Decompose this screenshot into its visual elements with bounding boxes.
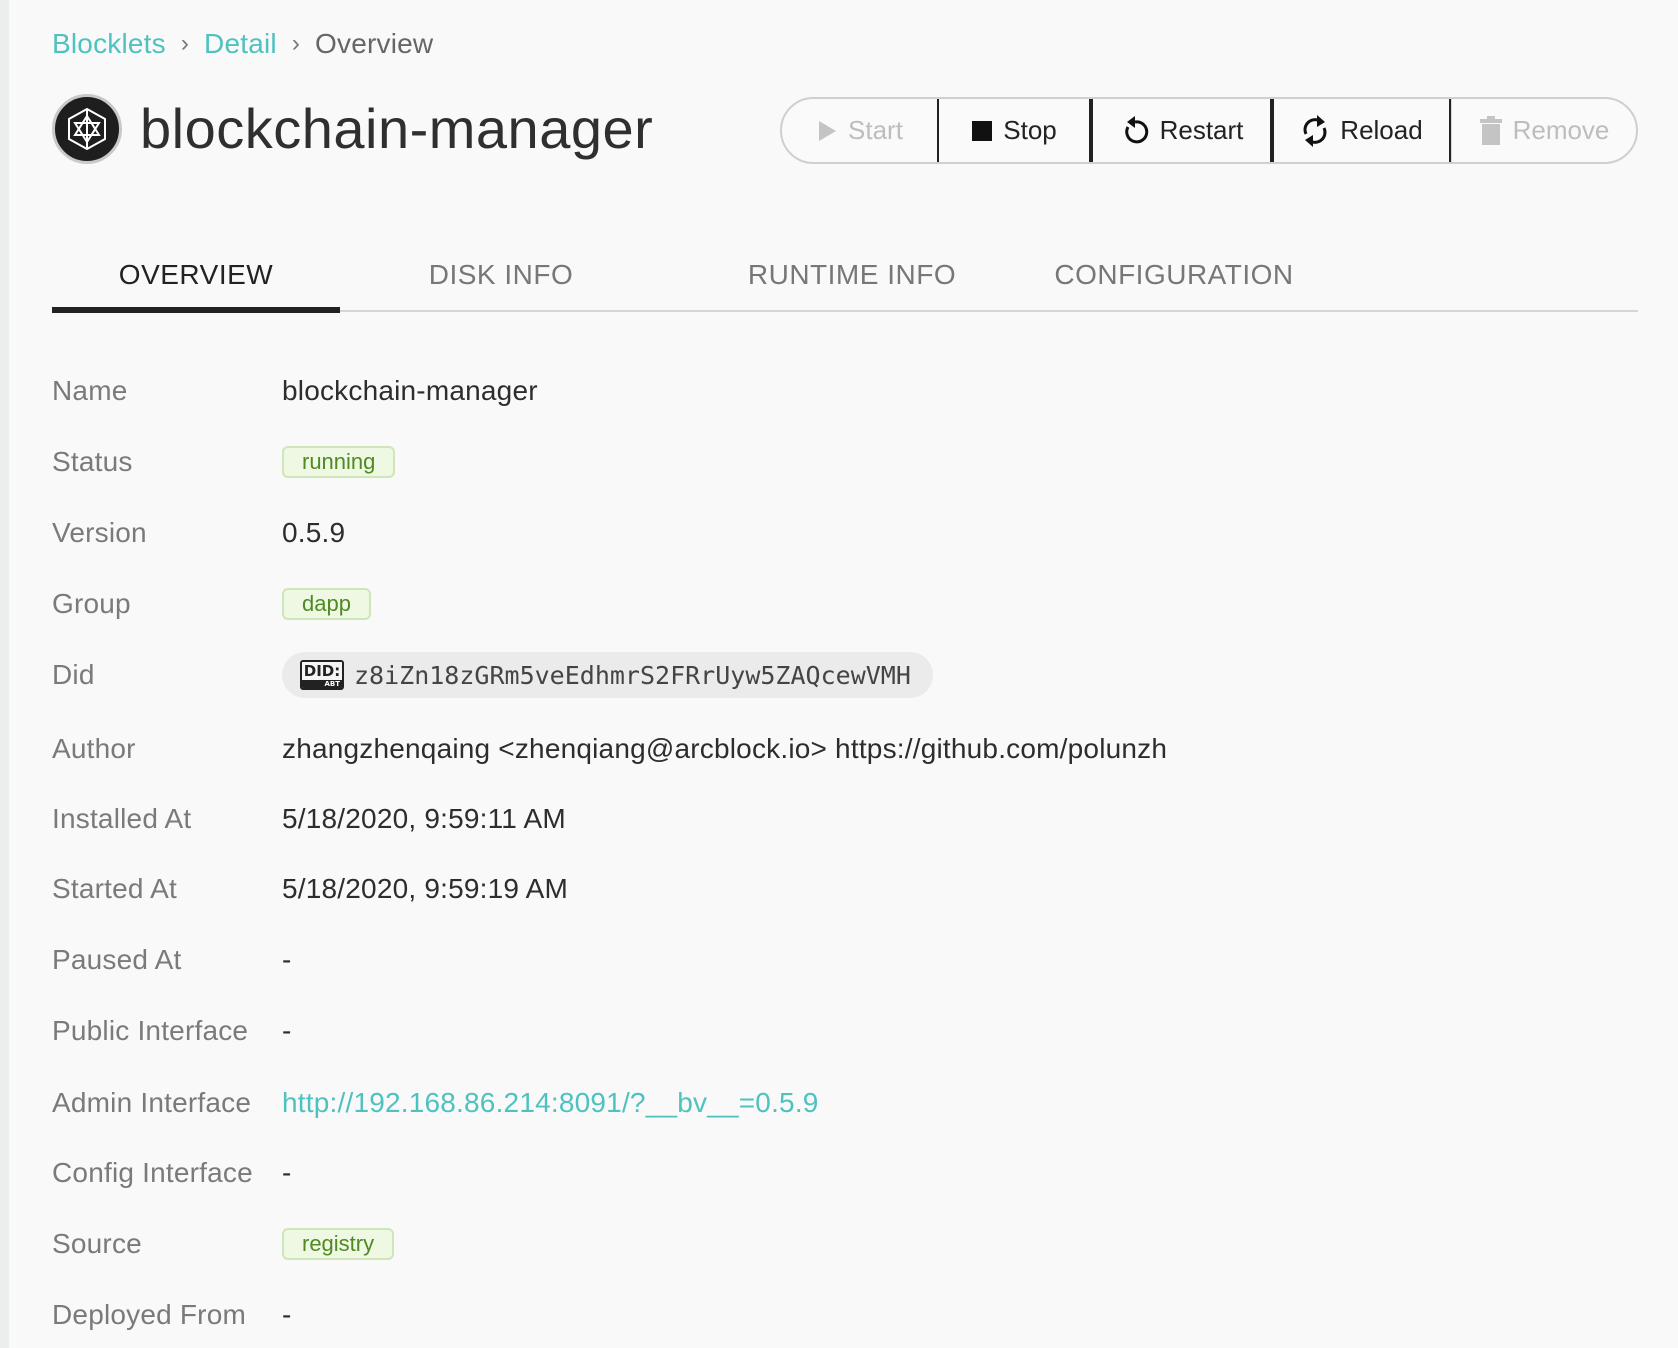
tab-configuration[interactable]: CONFIGURATION — [1048, 240, 1300, 310]
public-interface-value: - — [282, 1015, 292, 1046]
detail-row-author: Author zhangzhenqaing <zhenqiang@arcbloc… — [52, 729, 1638, 769]
group-badge: dapp — [282, 588, 371, 620]
paused-at-label: Paused At — [52, 944, 182, 975]
tab-configuration-label: CONFIGURATION — [1054, 259, 1294, 290]
tab-runtime-info[interactable]: RUNTIME INFO — [712, 240, 992, 310]
tab-disk-info-label: DISK INFO — [428, 259, 574, 290]
detail-row-version: Version 0.5.9 — [52, 513, 1638, 553]
side-edge — [0, 0, 9, 1348]
deployed-from-label: Deployed From — [52, 1299, 247, 1330]
restart-icon — [1120, 115, 1150, 147]
detail-row-installed-at: Installed At 5/18/2020, 9:59:11 AM — [52, 799, 1638, 839]
config-interface-label: Config Interface — [52, 1157, 253, 1188]
name-label: Name — [52, 375, 128, 406]
tab-overview-label: OVERVIEW — [118, 259, 274, 290]
play-icon — [816, 119, 838, 143]
admin-interface-label: Admin Interface — [52, 1087, 252, 1118]
did-logo-subtext: ABT — [302, 680, 342, 688]
breadcrumb-separator: › — [291, 30, 301, 57]
detail-row-group: Group dapp — [52, 584, 1638, 624]
remove-button[interactable]: Remove — [1451, 99, 1636, 162]
version-value: 0.5.9 — [282, 517, 346, 548]
detail-row-source: Source registry — [52, 1224, 1638, 1264]
config-interface-value: - — [282, 1157, 292, 1188]
detail-row-paused-at: Paused At - — [52, 940, 1638, 980]
remove-button-label: Remove — [1512, 115, 1610, 145]
author-label: Author — [52, 733, 136, 764]
source-label: Source — [52, 1228, 142, 1259]
detail-row-deployed-from: Deployed From - — [52, 1295, 1638, 1335]
reload-icon — [1300, 114, 1330, 148]
tab-bar: OVERVIEW DISK INFO RUNTIME INFO CONFIGUR… — [52, 240, 1638, 313]
installed-at-label: Installed At — [52, 803, 192, 834]
stop-button[interactable]: Stop — [937, 99, 1091, 162]
breadcrumb-detail-link[interactable]: Detail — [204, 28, 277, 60]
restart-button-label: Restart — [1159, 115, 1244, 145]
page: Blocklets › Detail › Overview blockchain… — [0, 0, 1678, 1348]
breadcrumb-current: Overview — [315, 28, 434, 59]
page-title: blockchain-manager — [140, 97, 654, 160]
breadcrumb-separator: › — [180, 30, 190, 57]
installed-at-value: 5/18/2020, 9:59:11 AM — [282, 803, 566, 834]
breadcrumb: Blocklets › Detail › Overview — [52, 26, 433, 62]
public-interface-label: Public Interface — [52, 1015, 249, 1046]
group-label: Group — [52, 588, 131, 619]
restart-button[interactable]: Restart — [1091, 99, 1272, 162]
breadcrumb-blocklets-link[interactable]: Blocklets — [52, 28, 166, 60]
tab-disk-info[interactable]: DISK INFO — [384, 240, 618, 310]
detail-row-config-interface: Config Interface - — [52, 1153, 1638, 1193]
name-value: blockchain-manager — [282, 375, 538, 406]
started-at-value: 5/18/2020, 9:59:19 AM — [282, 873, 568, 904]
author-value: zhangzhenqaing <zhenqiang@arcblock.io> h… — [282, 733, 1168, 764]
reload-button[interactable]: Reload — [1272, 99, 1451, 162]
detail-row-started-at: Started At 5/18/2020, 9:59:19 AM — [52, 869, 1638, 909]
tab-selected-indicator — [52, 307, 340, 313]
did-label: Did — [52, 659, 95, 690]
deployed-from-value: - — [282, 1299, 292, 1330]
did-address-chip[interactable]: DID: ABT z8iZn18zGRm5veEdhmrS2FRrUyw5ZAQ… — [282, 652, 933, 698]
start-button[interactable]: Start — [782, 99, 937, 162]
stop-button-label: Stop — [1003, 115, 1057, 145]
source-badge: registry — [282, 1228, 395, 1260]
did-logo-text: DID: — [302, 662, 342, 680]
stop-icon — [971, 120, 993, 142]
paused-at-value: - — [282, 944, 292, 975]
started-at-label: Started At — [52, 873, 177, 904]
detail-row-name: Name blockchain-manager — [52, 371, 1638, 411]
trash-icon — [1479, 115, 1503, 146]
admin-interface-link[interactable]: http://192.168.86.214:8091/?__bv__=0.5.9 — [282, 1087, 819, 1119]
detail-row-did: Did DID: ABT z8iZn18zGRm5veEdhmrS2FRrUyw… — [52, 652, 1638, 698]
blocklet-logo-icon — [52, 94, 122, 164]
detail-row-public-interface: Public Interface - — [52, 1011, 1638, 1051]
start-button-label: Start — [848, 115, 903, 145]
tab-runtime-info-label: RUNTIME INFO — [747, 259, 957, 290]
reload-button-label: Reload — [1340, 115, 1423, 145]
page-header: blockchain-manager — [52, 92, 653, 166]
did-logo-icon: DID: ABT — [300, 660, 344, 690]
status-label: Status — [52, 446, 133, 477]
detail-row-status: Status running — [52, 442, 1638, 482]
version-label: Version — [52, 517, 147, 548]
action-button-group: Start Stop Restart Reload Remove — [780, 97, 1638, 164]
status-badge: running — [282, 446, 396, 478]
tab-overview[interactable]: OVERVIEW — [52, 240, 340, 310]
did-value: z8iZn18zGRm5veEdhmrS2FRrUyw5ZAQcewVMH — [354, 660, 911, 690]
detail-row-admin-interface: Admin Interface http://192.168.86.214:80… — [52, 1083, 1638, 1123]
